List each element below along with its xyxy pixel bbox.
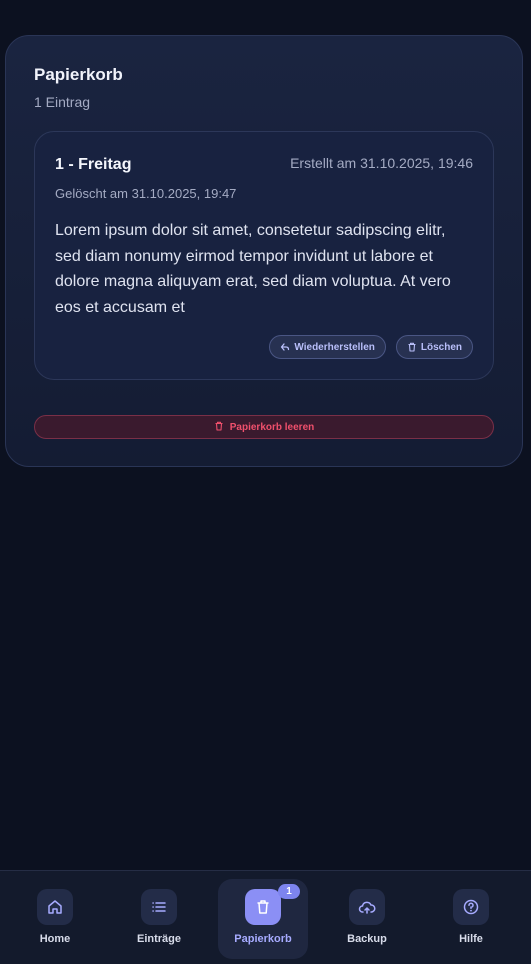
nav-label-help: Hilfe: [459, 933, 483, 945]
nav-item-help[interactable]: Hilfe: [426, 879, 516, 959]
nav-item-trash[interactable]: Papierkorb 1: [218, 879, 308, 959]
cloud-upload-icon: [349, 889, 385, 925]
entry-text: Lorem ipsum dolor sit amet, consetetur s…: [55, 222, 451, 316]
nav-item-backup[interactable]: Backup: [322, 879, 412, 959]
trash-icon: [214, 421, 224, 434]
entry-created-date: Erstellt am 31.10.2025, 19:46: [290, 155, 473, 171]
nav-label-backup: Backup: [347, 933, 387, 945]
entry-count: 1 Eintrag: [34, 94, 91, 110]
restore-label: Wiederherstellen: [294, 341, 375, 353]
trash-entry-card: 1 - Freitag Erstellt am 31.10.2025, 19:4…: [34, 131, 494, 380]
empty-trash-button[interactable]: Papierkorb leeren: [34, 415, 494, 439]
help-icon: [453, 889, 489, 925]
nav-label-entries: Einträge: [136, 933, 181, 945]
restore-button[interactable]: Wiederherstellen: [269, 335, 386, 359]
empty-trash-label: Papierkorb leeren: [229, 421, 315, 433]
nav-label-home: Home: [39, 933, 71, 945]
trash-panel: Papierkorb 1 Eintrag 1 - Freitag Erstell…: [5, 35, 523, 467]
bottom-nav: Home Einträge Papierkorb 1 Backup Hilfe: [0, 870, 531, 964]
trash-icon: [407, 342, 417, 352]
entry-deleted-date: Gelöscht am 31.10.2025, 19:47: [55, 186, 237, 201]
page-title: Papierkorb: [34, 65, 123, 84]
nav-label-trash: Papierkorb: [234, 933, 292, 945]
delete-button[interactable]: Löschen: [395, 335, 473, 359]
trash-count-badge: 1: [278, 884, 300, 899]
nav-item-home[interactable]: Home: [10, 879, 100, 959]
entry-actions: Wiederherstellen Löschen: [269, 335, 473, 359]
home-icon: [37, 889, 73, 925]
delete-label: Löschen: [420, 341, 462, 353]
app-page: Papierkorb 1 Eintrag 1 - Freitag Erstell…: [0, 0, 531, 964]
entry-title: 1 - Freitag: [55, 156, 132, 173]
nav-item-entries[interactable]: Einträge: [114, 879, 204, 959]
list-icon: [141, 889, 177, 925]
trash-icon: [245, 889, 281, 925]
restore-icon: [280, 342, 290, 352]
